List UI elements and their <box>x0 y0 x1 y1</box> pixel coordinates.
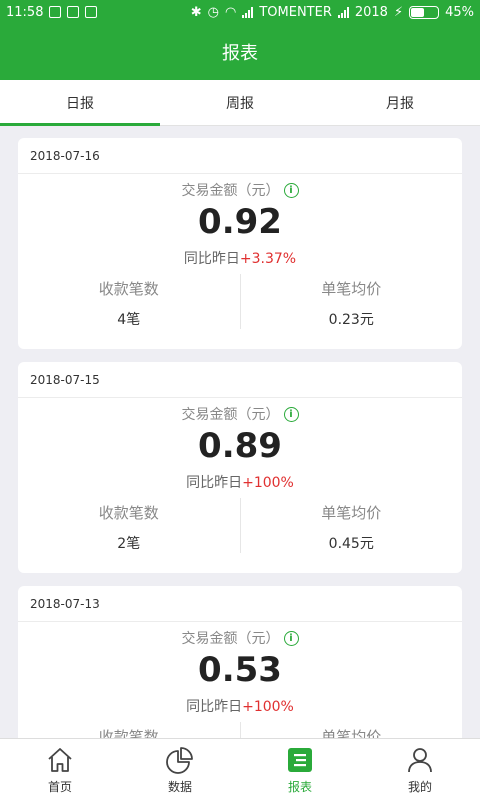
tab-daily[interactable]: 日报 <box>0 80 160 126</box>
nav-mine-label: 我的 <box>407 779 432 794</box>
page-title: 报表 <box>222 43 258 64</box>
nav-data[interactable]: 数据 <box>120 739 240 800</box>
compare-delta: +100% <box>242 475 294 491</box>
amount-label-row: 交易金额（元） i <box>18 180 462 200</box>
stat-average: 单笔均价 <box>239 722 463 738</box>
amount-value: 0.92 <box>198 202 282 242</box>
app-bar: 报表 <box>0 24 480 80</box>
info-icon[interactable]: i <box>283 630 299 646</box>
nav-home-label: 首页 <box>47 779 72 794</box>
stat-average-label: 单笔均价 <box>321 280 382 298</box>
stat-count: 收款笔数 2笔 <box>18 498 240 553</box>
card-stats: 收款笔数 2笔 单笔均价 0.45元 <box>18 498 462 553</box>
signal-icon <box>242 6 254 18</box>
card-date: 2018-07-13 <box>18 586 462 622</box>
stat-average-value: 0.23元 <box>328 312 374 328</box>
battery-icon <box>409 5 440 19</box>
amount-value: 0.53 <box>198 650 282 690</box>
charging-icon: ⚡ <box>393 4 404 20</box>
compare-row: 同比昨日+3.37% <box>18 248 462 268</box>
report-list-icon <box>288 747 312 772</box>
bottom-nav: 首页 数据 报表 我的 <box>0 738 480 800</box>
stat-count: 收款笔数 <box>18 722 240 738</box>
stat-average-label: 单笔均价 <box>321 728 382 738</box>
amount-label: 交易金额（元） <box>181 631 280 647</box>
amount-label: 交易金额（元） <box>181 183 280 199</box>
usb-icon <box>49 6 62 18</box>
tab-monthly[interactable]: 月报 <box>320 80 480 125</box>
report-card[interactable]: 2018-07-13 交易金额（元） i 0.53 同比昨日+100% 收款笔数… <box>18 586 462 738</box>
card-stats: 收款笔数 单笔均价 <box>18 722 462 738</box>
android-icon <box>85 6 98 18</box>
compare-delta: +100% <box>242 699 294 715</box>
report-card[interactable]: 2018-07-16 交易金额（元） i 0.92 同比昨日+3.37% 收款笔… <box>18 138 462 349</box>
pie-chart-icon <box>166 746 193 774</box>
compare-delta: +3.37% <box>239 251 297 267</box>
nav-data-label: 数据 <box>167 779 192 794</box>
stat-average: 单笔均价 0.23元 <box>239 274 463 329</box>
wifi-icon: ◠ <box>225 4 237 20</box>
compare-label: 同比昨日 <box>186 475 243 491</box>
stat-count-value: 4笔 <box>117 312 141 328</box>
stat-average: 单笔均价 0.45元 <box>239 498 463 553</box>
amount-label-row: 交易金额（元） i <box>18 404 462 424</box>
carrier-name: TOMENTER <box>259 4 332 20</box>
stat-count-value: 2笔 <box>117 536 141 552</box>
stat-average-label: 单笔均价 <box>321 504 382 522</box>
tab-weekly[interactable]: 周报 <box>160 80 320 125</box>
compare-label: 同比昨日 <box>186 699 243 715</box>
nav-mine[interactable]: 我的 <box>360 739 480 800</box>
info-icon[interactable]: i <box>283 182 299 198</box>
report-card[interactable]: 2018-07-15 交易金额（元） i 0.89 同比昨日+100% 收款笔数… <box>18 362 462 573</box>
card-date: 2018-07-16 <box>18 138 462 174</box>
card-stats: 收款笔数 4笔 单笔均价 0.23元 <box>18 274 462 329</box>
nav-home[interactable]: 首页 <box>0 739 120 800</box>
home-icon <box>48 747 72 772</box>
message-icon <box>67 6 80 18</box>
info-icon[interactable]: i <box>283 406 299 422</box>
amount-label-row: 交易金额（元） i <box>18 628 462 648</box>
nav-report-label: 报表 <box>287 779 312 794</box>
stat-average-value: 0.45元 <box>328 536 374 552</box>
alarm-icon: ◷ <box>207 4 219 20</box>
report-list[interactable]: 2018-07-16 交易金额（元） i 0.92 同比昨日+3.37% 收款笔… <box>0 126 480 738</box>
battery-fill <box>411 7 424 17</box>
user-icon <box>408 747 432 772</box>
nav-report[interactable]: 报表 <box>240 739 360 800</box>
compare-row: 同比昨日+100% <box>18 472 462 492</box>
stat-count-label: 收款笔数 <box>98 728 159 738</box>
signal-icon-2 <box>337 6 349 18</box>
stat-count-label: 收款笔数 <box>98 504 159 522</box>
card-date: 2018-07-15 <box>18 362 462 398</box>
carrier-name-2: 2018 <box>354 4 388 20</box>
compare-label: 同比昨日 <box>183 251 240 267</box>
status-time: 11:58 <box>6 4 44 20</box>
bluetooth-icon: ✱ <box>190 4 202 20</box>
compare-row: 同比昨日+100% <box>18 696 462 716</box>
amount-label: 交易金额（元） <box>181 407 280 423</box>
report-tabs: 日报 周报 月报 <box>0 80 480 126</box>
battery-percent: 45% <box>445 4 474 20</box>
amount-value: 0.89 <box>198 426 282 466</box>
stat-count: 收款笔数 4笔 <box>18 274 240 329</box>
stat-count-label: 收款笔数 <box>98 280 159 298</box>
status-bar: 11:58 ✱ ◷ ◠ TOMENTER 2018 ⚡ 45% <box>0 0 480 24</box>
